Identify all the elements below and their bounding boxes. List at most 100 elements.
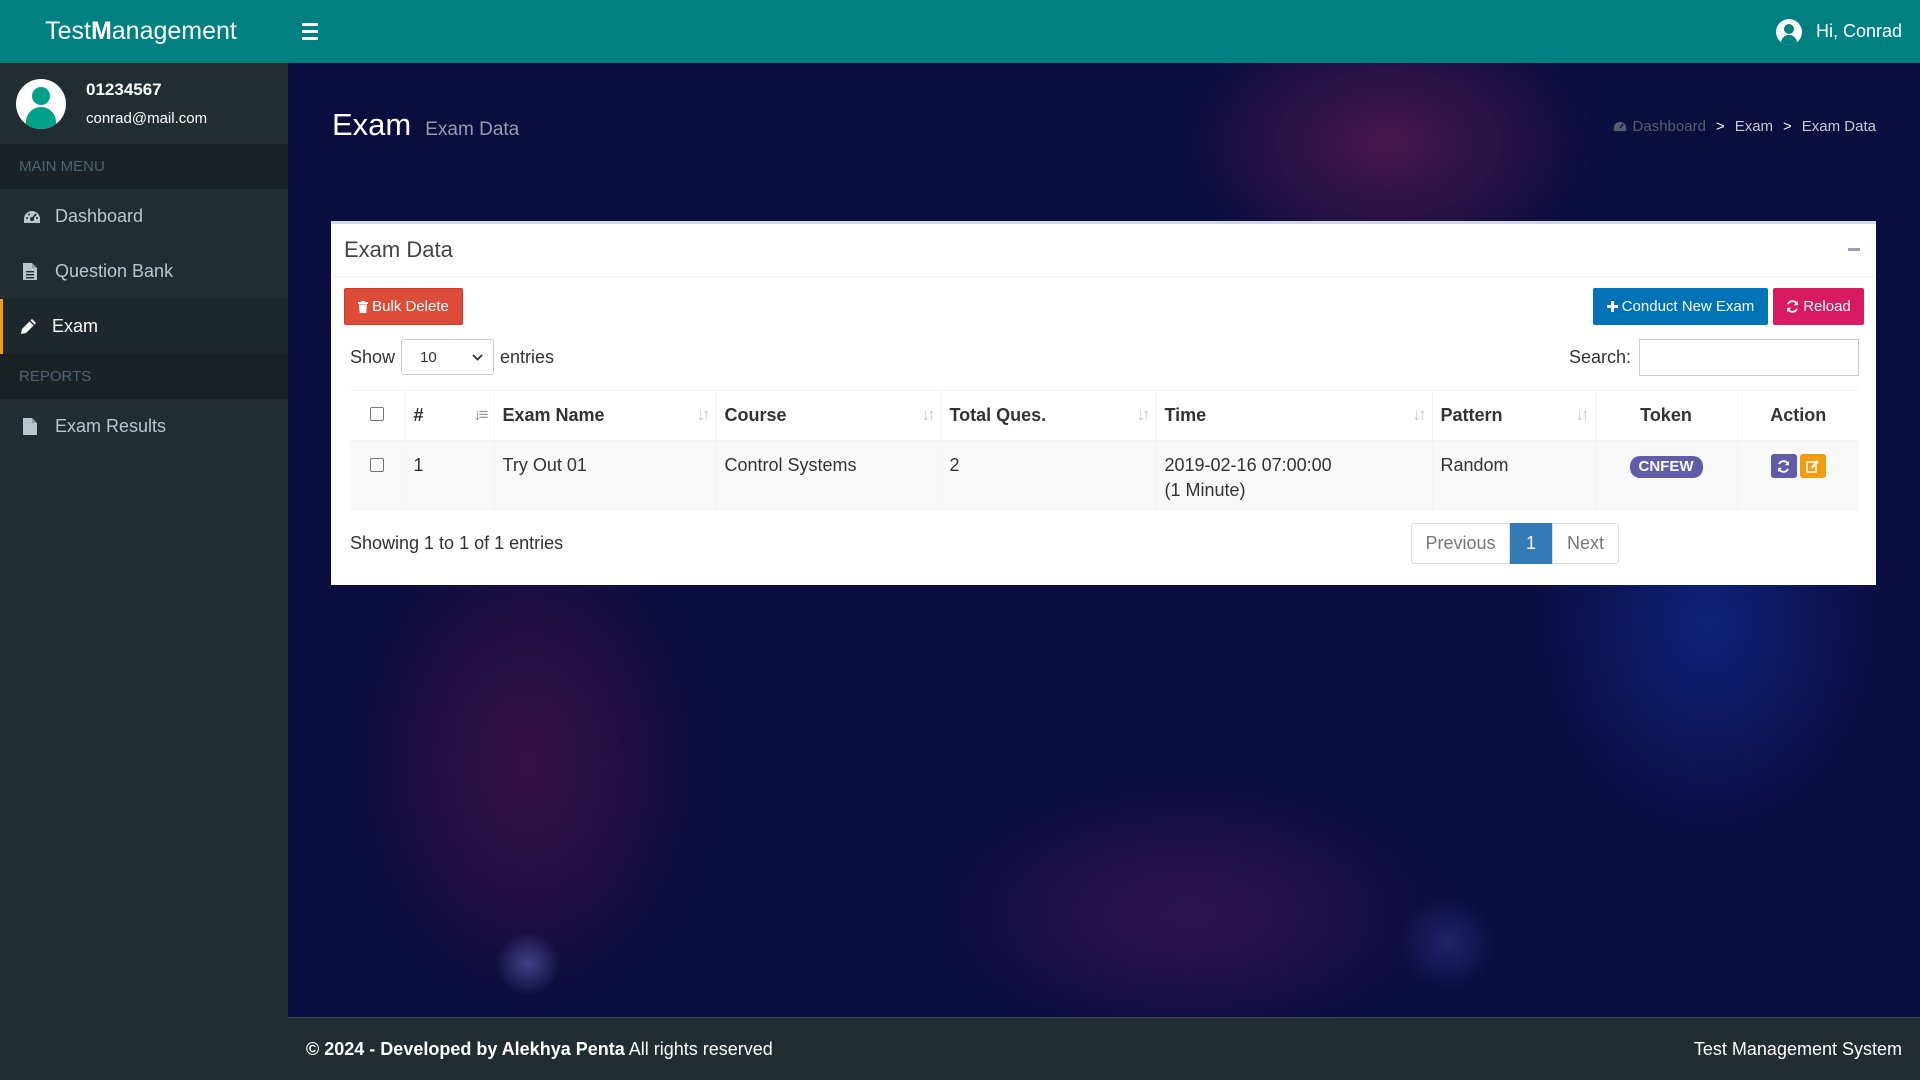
sort-icon: ↓↑: [921, 405, 936, 425]
footer-system-name: Test Management System: [1693, 1038, 1902, 1059]
breadcrumb-separator: >: [1783, 118, 1792, 135]
page-size-select[interactable]: 10: [401, 339, 495, 375]
top-header: Test Management Hi, Conrad: [0, 0, 1920, 63]
page-size-control: Show 10 entries: [350, 339, 554, 375]
column-header-exam-name[interactable]: Exam Name ↓↑: [494, 390, 717, 441]
footer-copyright: © 2024 - Developed by Alekhya Penta All …: [306, 1039, 773, 1060]
cell-token: CNFEW: [1595, 440, 1738, 511]
dashboard-icon: [23, 210, 55, 224]
sidebar-toggle-icon[interactable]: [302, 20, 326, 42]
app-logo[interactable]: Test Management: [0, 0, 288, 63]
file-icon: [23, 418, 55, 435]
sidebar-item-exam-results[interactable]: Exam Results: [0, 399, 288, 454]
refresh-token-button[interactable]: [1770, 454, 1797, 478]
cell-action: [1737, 441, 1859, 511]
sidebar-item-exam[interactable]: Exam: [0, 299, 288, 354]
pagination: Previous 1 Next: [1411, 523, 1619, 564]
pencil-icon: [20, 318, 52, 335]
column-header-time[interactable]: Time ↓↑: [1156, 390, 1433, 441]
avatar: [16, 78, 66, 129]
sidebar-item-label: Exam: [52, 316, 99, 336]
column-header-number[interactable]: # ↓≡: [405, 390, 495, 441]
brand-text-part1: Test: [45, 17, 91, 45]
previous-page-button[interactable]: Previous: [1411, 523, 1510, 564]
column-header-label: #: [413, 404, 424, 425]
refresh-icon: [1778, 459, 1790, 473]
cell-time-date: 2019-02-16 07:00:00: [1164, 454, 1332, 475]
select-all-cell: [350, 390, 406, 441]
row-select-cell: [350, 440, 406, 511]
breadcrumb-exam[interactable]: Exam: [1735, 118, 1773, 135]
box-header: Exam Data: [331, 224, 1876, 277]
sidebar-item-label: Question Bank: [55, 261, 174, 281]
file-text-icon: [23, 263, 55, 280]
column-header-action: Action: [1770, 404, 1827, 425]
token-badge: CNFEW: [1629, 455, 1703, 478]
reload-button[interactable]: Reload: [1773, 288, 1864, 325]
search-input[interactable]: [1639, 339, 1859, 376]
sidebar-item-label: Dashboard: [55, 206, 144, 226]
chevron-down-icon: [472, 353, 483, 361]
breadcrumb-dashboard[interactable]: Dashboard: [1613, 118, 1706, 135]
user-panel: 01234567 conrad@mail.com: [0, 63, 288, 144]
search-control: Search:: [1569, 339, 1859, 376]
sort-icon: ↓↑: [696, 405, 711, 425]
breadcrumb-separator: >: [1715, 118, 1725, 135]
column-header-pattern[interactable]: Pattern ↓↑: [1432, 390, 1596, 441]
breadcrumb: Dashboard > Exam > Exam Data: [1613, 118, 1876, 135]
entries-label: entries: [500, 346, 555, 367]
page-title: Exam Exam Data: [332, 107, 519, 143]
sidebar-item-dashboard[interactable]: Dashboard: [0, 189, 288, 244]
sort-icon: ↓↑: [1412, 405, 1427, 425]
menu-header-reports: REPORTS: [0, 354, 288, 399]
table-header-row: # ↓≡ Exam Name ↓↑ Course ↓↑ Total Ques. ↓↑ T…: [350, 390, 1859, 441]
table-row: 1 Try Out 01 Control Systems 2 2019-02-1…: [350, 440, 1859, 511]
sort-desc-icon: ↓≡: [473, 405, 489, 425]
column-header-label: Course: [724, 404, 787, 425]
column-header-course[interactable]: Course ↓↑: [716, 390, 942, 441]
reload-label: Reload: [1803, 298, 1851, 315]
breadcrumb-exam-data: Exam Data: [1801, 118, 1876, 135]
table-info: Showing 1 to 1 of 1 entries: [350, 533, 564, 553]
column-header-token: Token: [1595, 390, 1738, 441]
edit-icon: [1806, 459, 1819, 473]
current-page-button[interactable]: 1: [1510, 523, 1552, 564]
box-title: Exam Data: [344, 237, 453, 262]
cell-course: Control Systems: [716, 440, 942, 511]
cell-total-ques: 2: [941, 440, 1157, 511]
content-area: Exam Exam Data Dashboard > Exam > Exam D…: [288, 63, 1920, 1017]
plus-icon: [1606, 301, 1618, 312]
brand-text-part2: anagement: [111, 17, 237, 45]
show-label: Show: [350, 346, 396, 367]
search-label: Search:: [1568, 347, 1631, 367]
row-checkbox[interactable]: [370, 457, 385, 472]
sort-icon: ↓↑: [1575, 405, 1590, 425]
cell-exam-name: Try Out 01: [494, 440, 717, 511]
sort-icon: ↓↑: [1136, 405, 1151, 425]
column-header-total-ques[interactable]: Total Ques. ↓↑: [941, 390, 1157, 441]
exam-table: # ↓≡ Exam Name ↓↑ Course ↓↑ Total Ques. ↓↑ T…: [350, 390, 1859, 511]
menu-header-main: MAIN MENU: [0, 144, 288, 189]
conduct-new-exam-button[interactable]: Conduct New Exam: [1593, 288, 1768, 325]
cell-time: 2019-02-16 07:00:00 (1 Minute): [1156, 440, 1433, 511]
breadcrumb-dashboard-label: Dashboard: [1632, 118, 1706, 135]
cell-pattern: Random: [1432, 440, 1596, 511]
user-menu[interactable]: Hi, Conrad: [1775, 0, 1902, 63]
trash-icon: [358, 300, 369, 313]
brand-text-bold: M: [90, 17, 112, 45]
next-page-button[interactable]: Next: [1552, 523, 1619, 564]
column-header-label: Exam Name: [502, 404, 605, 425]
collapse-icon[interactable]: [1848, 248, 1860, 251]
cell-number: 1: [405, 440, 495, 511]
column-header-label: Total Ques.: [949, 404, 1047, 425]
user-email: conrad@mail.com: [86, 110, 208, 127]
user-id: 01234567: [86, 80, 162, 99]
edit-exam-button[interactable]: [1799, 453, 1826, 478]
page-subtitle: Exam Data: [425, 119, 520, 140]
footer-developer: © 2024 - Developed by Alekhya Penta: [306, 1038, 625, 1059]
conduct-new-exam-label: Conduct New Exam: [1621, 298, 1755, 315]
bulk-delete-button[interactable]: Bulk Delete: [344, 288, 463, 325]
footer-rights: All rights reserved: [624, 1038, 773, 1059]
select-all-checkbox[interactable]: [370, 406, 385, 421]
sidebar-item-question-bank[interactable]: Question Bank: [0, 244, 288, 299]
